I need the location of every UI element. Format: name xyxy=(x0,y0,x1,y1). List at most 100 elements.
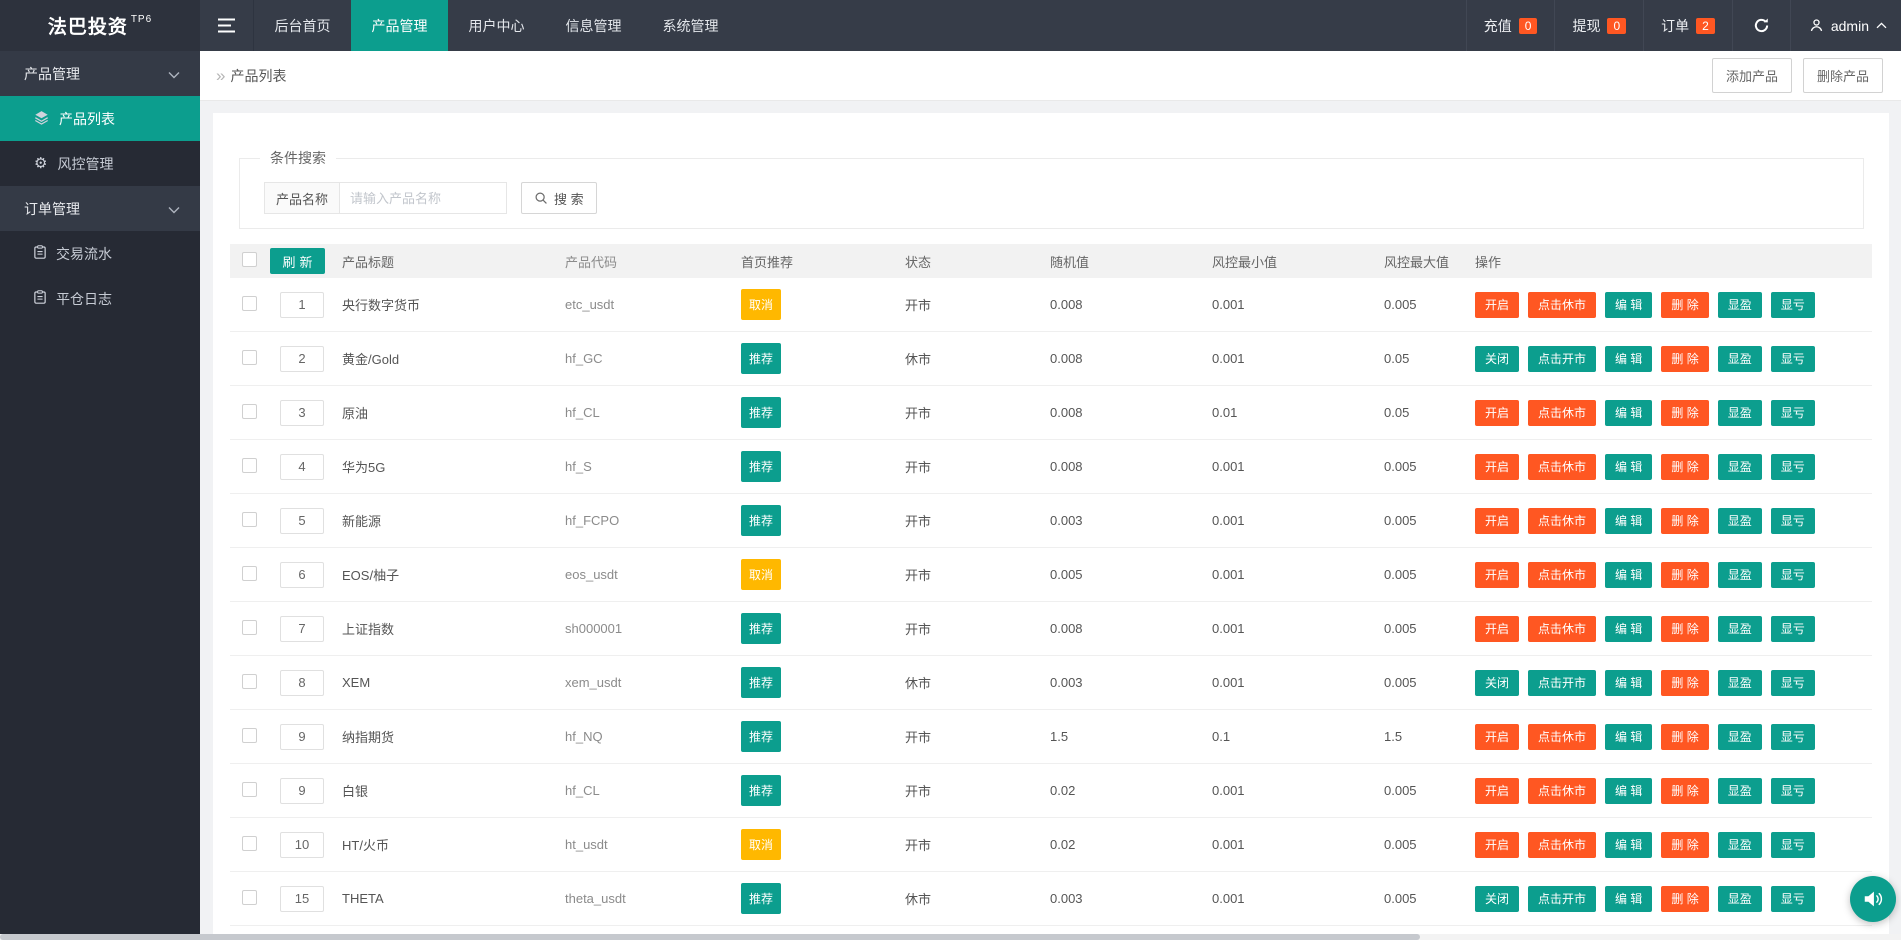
menu-toggle-icon[interactable] xyxy=(200,0,254,51)
edit-button[interactable]: 编 辑 xyxy=(1605,886,1652,912)
recommend-badge[interactable]: 推荐 xyxy=(741,883,781,914)
search-button[interactable]: 搜 索 xyxy=(521,182,597,214)
open-button[interactable]: 开启 xyxy=(1475,454,1519,480)
open-button[interactable]: 开启 xyxy=(1475,508,1519,534)
top-nav-item[interactable]: 产品管理 xyxy=(351,0,448,51)
edit-button[interactable]: 编 辑 xyxy=(1605,616,1652,642)
set-market-closed-button[interactable]: 点击休市 xyxy=(1528,832,1596,858)
show-profit-button[interactable]: 显盈 xyxy=(1718,616,1762,642)
recommend-badge[interactable]: 推荐 xyxy=(741,451,781,482)
recommend-badge[interactable]: 推荐 xyxy=(741,343,781,374)
delete-button[interactable]: 删 除 xyxy=(1661,832,1708,858)
sidebar-item[interactable]: 平仓日志 xyxy=(0,276,200,321)
open-button[interactable]: 开启 xyxy=(1475,778,1519,804)
set-market-closed-button[interactable]: 点击休市 xyxy=(1528,562,1596,588)
delete-product-button[interactable]: 删除产品 xyxy=(1803,58,1883,93)
top-nav-item[interactable]: 系统管理 xyxy=(642,0,739,51)
brand-logo[interactable]: 法巴投资TP6 xyxy=(0,0,200,51)
announcement-speaker-button[interactable] xyxy=(1850,876,1896,922)
scrollbar-thumb[interactable] xyxy=(0,934,1420,940)
open-button[interactable]: 开启 xyxy=(1475,724,1519,750)
set-market-closed-button[interactable]: 点击休市 xyxy=(1528,454,1596,480)
show-loss-button[interactable]: 显亏 xyxy=(1771,292,1815,318)
edit-button[interactable]: 编 辑 xyxy=(1605,670,1652,696)
top-nav-item[interactable]: 用户中心 xyxy=(448,0,545,51)
show-profit-button[interactable]: 显盈 xyxy=(1718,562,1762,588)
open-button[interactable]: 开启 xyxy=(1475,616,1519,642)
sort-order-input[interactable] xyxy=(280,778,324,804)
recommend-badge[interactable]: 推荐 xyxy=(741,721,781,752)
top-nav-item[interactable]: 后台首页 xyxy=(254,0,351,51)
show-profit-button[interactable]: 显盈 xyxy=(1718,778,1762,804)
recommend-badge[interactable]: 推荐 xyxy=(741,397,781,428)
top-stat[interactable]: 提现0 xyxy=(1554,0,1643,51)
close-button[interactable]: 关闭 xyxy=(1475,346,1519,372)
sort-order-input[interactable] xyxy=(280,670,324,696)
delete-button[interactable]: 删 除 xyxy=(1661,562,1708,588)
open-button[interactable]: 开启 xyxy=(1475,400,1519,426)
row-checkbox[interactable] xyxy=(242,728,257,743)
show-loss-button[interactable]: 显亏 xyxy=(1771,508,1815,534)
set-market-open-button[interactable]: 点击开市 xyxy=(1528,886,1596,912)
show-profit-button[interactable]: 显盈 xyxy=(1718,724,1762,750)
row-checkbox[interactable] xyxy=(242,458,257,473)
sort-order-input[interactable] xyxy=(280,616,324,642)
delete-button[interactable]: 删 除 xyxy=(1661,778,1708,804)
sort-order-input[interactable] xyxy=(280,832,324,858)
edit-button[interactable]: 编 辑 xyxy=(1605,724,1652,750)
sidebar-group-header[interactable]: 订单管理 xyxy=(0,186,200,231)
sort-order-input[interactable] xyxy=(280,562,324,588)
row-checkbox[interactable] xyxy=(242,674,257,689)
edit-button[interactable]: 编 辑 xyxy=(1605,832,1652,858)
show-loss-button[interactable]: 显亏 xyxy=(1771,832,1815,858)
delete-button[interactable]: 删 除 xyxy=(1661,886,1708,912)
show-loss-button[interactable]: 显亏 xyxy=(1771,724,1815,750)
delete-button[interactable]: 删 除 xyxy=(1661,508,1708,534)
show-loss-button[interactable]: 显亏 xyxy=(1771,616,1815,642)
edit-button[interactable]: 编 辑 xyxy=(1605,346,1652,372)
show-profit-button[interactable]: 显盈 xyxy=(1718,346,1762,372)
edit-button[interactable]: 编 辑 xyxy=(1605,778,1652,804)
row-checkbox[interactable] xyxy=(242,566,257,581)
top-stat[interactable]: 充值0 xyxy=(1466,0,1555,51)
delete-button[interactable]: 删 除 xyxy=(1661,724,1708,750)
edit-button[interactable]: 编 辑 xyxy=(1605,400,1652,426)
open-button[interactable]: 开启 xyxy=(1475,562,1519,588)
show-profit-button[interactable]: 显盈 xyxy=(1718,292,1762,318)
sort-order-input[interactable] xyxy=(280,724,324,750)
show-loss-button[interactable]: 显亏 xyxy=(1771,346,1815,372)
product-name-input[interactable] xyxy=(339,182,507,214)
row-checkbox[interactable] xyxy=(242,836,257,851)
edit-button[interactable]: 编 辑 xyxy=(1605,292,1652,318)
show-loss-button[interactable]: 显亏 xyxy=(1771,400,1815,426)
set-market-closed-button[interactable]: 点击休市 xyxy=(1528,508,1596,534)
refresh-table-button[interactable]: 刷新 xyxy=(270,248,325,274)
recommend-badge[interactable]: 推荐 xyxy=(741,775,781,806)
sidebar-item[interactable]: ⚙风控管理 xyxy=(0,141,200,186)
set-market-open-button[interactable]: 点击开市 xyxy=(1528,670,1596,696)
edit-button[interactable]: 编 辑 xyxy=(1605,562,1652,588)
show-profit-button[interactable]: 显盈 xyxy=(1718,454,1762,480)
set-market-closed-button[interactable]: 点击休市 xyxy=(1528,616,1596,642)
select-all-checkbox[interactable] xyxy=(242,252,257,267)
recommend-badge[interactable]: 取消 xyxy=(741,559,781,590)
set-market-open-button[interactable]: 点击开市 xyxy=(1528,346,1596,372)
sort-order-input[interactable] xyxy=(280,508,324,534)
row-checkbox[interactable] xyxy=(242,890,257,905)
row-checkbox[interactable] xyxy=(242,350,257,365)
delete-button[interactable]: 删 除 xyxy=(1661,400,1708,426)
show-profit-button[interactable]: 显盈 xyxy=(1718,886,1762,912)
set-market-closed-button[interactable]: 点击休市 xyxy=(1528,400,1596,426)
sort-order-input[interactable] xyxy=(280,292,324,318)
set-market-closed-button[interactable]: 点击休市 xyxy=(1528,724,1596,750)
user-menu[interactable]: admin xyxy=(1790,0,1901,51)
sidebar-group-header[interactable]: 产品管理 xyxy=(0,51,200,96)
top-stat[interactable]: 订单2 xyxy=(1643,0,1732,51)
recommend-badge[interactable]: 推荐 xyxy=(741,613,781,644)
show-loss-button[interactable]: 显亏 xyxy=(1771,670,1815,696)
sidebar-item[interactable]: 产品列表 xyxy=(0,96,200,141)
top-nav-item[interactable]: 信息管理 xyxy=(545,0,642,51)
row-checkbox[interactable] xyxy=(242,512,257,527)
add-product-button[interactable]: 添加产品 xyxy=(1712,58,1792,93)
sort-order-input[interactable] xyxy=(280,454,324,480)
